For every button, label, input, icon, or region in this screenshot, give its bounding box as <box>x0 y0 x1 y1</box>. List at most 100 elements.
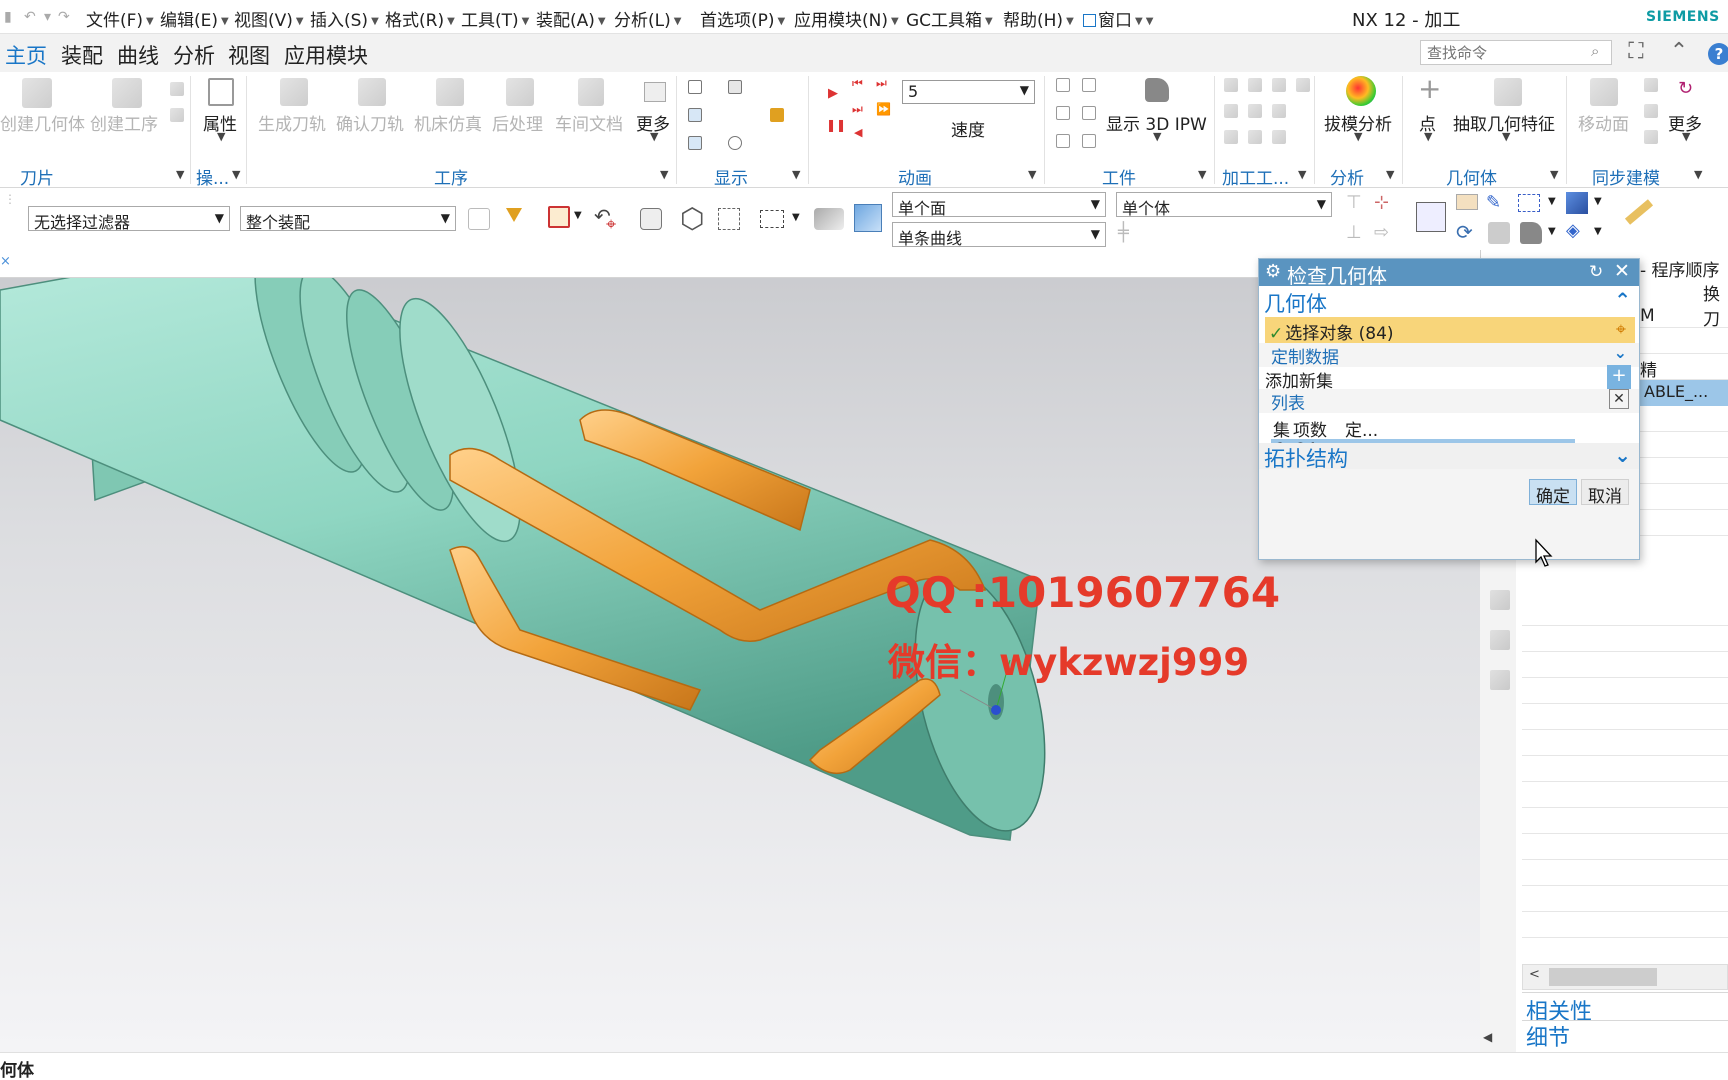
details-panel-header[interactable]: 细节 <box>1526 1020 1570 1052</box>
workpiece-icon[interactable] <box>1082 134 1096 148</box>
group-menu-arrow[interactable]: ▼ <box>1694 168 1702 181</box>
machining-tool-icon[interactable] <box>1272 78 1286 92</box>
chevron-down-icon[interactable]: ⌄ <box>1614 443 1631 467</box>
display-option-icon[interactable] <box>688 136 702 150</box>
workpiece-icon[interactable] <box>1056 78 1070 92</box>
more-dropdown-icon[interactable]: ▼ <box>650 130 658 143</box>
group-menu-arrow[interactable]: ▼ <box>232 168 240 181</box>
snap-tool-icon[interactable]: ⊤ <box>1346 192 1362 213</box>
sync-tool-icon[interactable] <box>1644 78 1658 92</box>
snap-tool-icon[interactable]: ╪ <box>1118 222 1129 243</box>
navigator-row[interactable] <box>1522 730 1728 756</box>
menu-gc-toolbox[interactable]: GC工具箱 ▼ <box>906 6 993 31</box>
dropdown-arrow-icon[interactable]: ▼ <box>792 212 800 223</box>
add-new-set-button[interactable]: + <box>1607 365 1631 389</box>
display-option-icon[interactable] <box>688 80 702 94</box>
geometry-section-header[interactable]: 几何体 ⌃ <box>1259 288 1639 316</box>
close-icon[interactable]: ✕ <box>1614 260 1630 282</box>
group-menu-arrow[interactable]: ▼ <box>1550 168 1558 181</box>
navigator-row[interactable] <box>1522 678 1728 704</box>
assembly-select-icon[interactable] <box>468 208 490 230</box>
tab-analysis[interactable]: 分析 <box>173 40 215 70</box>
menu-insert[interactable]: 插入(S) ▼ <box>310 6 379 31</box>
chevron-down-icon[interactable]: ⌄ <box>1614 343 1627 362</box>
cube-select-icon[interactable] <box>718 208 740 230</box>
step-icon[interactable]: ⏭ <box>852 102 863 117</box>
menu-window[interactable]: 窗口 ▼ ▼ <box>1083 6 1153 31</box>
extract-dropdown-icon[interactable]: ▼ <box>1502 130 1510 143</box>
command-search-input[interactable] <box>1420 40 1612 65</box>
path-icon[interactable] <box>728 108 742 122</box>
machine-sim-button[interactable]: 机床仿真 <box>414 110 482 135</box>
tab-home[interactable]: 主页 <box>5 40 47 70</box>
machining-tool-icon[interactable] <box>1248 130 1262 144</box>
menu-help[interactable]: 帮助(H) ▼ <box>1003 6 1074 31</box>
curve-rule-dropdown[interactable]: 单条曲线 ▼ <box>892 222 1106 248</box>
machining-tool-icon[interactable] <box>1248 104 1262 118</box>
navigator-row[interactable] <box>1522 834 1728 860</box>
navigator-tool-icon[interactable] <box>1490 670 1510 690</box>
menu-view[interactable]: 视图(V) ▼ <box>234 6 304 31</box>
collapse-ribbon-icon[interactable]: ⌃ <box>1665 39 1693 67</box>
move-face-button[interactable]: 移动面 <box>1578 110 1629 135</box>
snap-tool-icon[interactable]: ⊥ <box>1346 222 1362 243</box>
undo-icon[interactable]: ↶ <box>24 9 36 25</box>
menu-application[interactable]: 应用模块(N) ▼ <box>794 6 899 31</box>
tab-curve[interactable]: 曲线 <box>117 40 159 70</box>
navigator-row[interactable] <box>1522 886 1728 912</box>
verify-toolpath-button[interactable]: 确认刀轨 <box>336 110 404 135</box>
group-menu-arrow[interactable]: ▼ <box>176 168 184 181</box>
dropdown-arrow-icon[interactable]: ▼ <box>1594 196 1602 207</box>
machining-tool-icon[interactable] <box>1272 104 1286 118</box>
dropdown-arrow-icon[interactable]: ▼ <box>574 210 582 221</box>
redo-icon[interactable]: ↷ <box>58 9 70 25</box>
fullscreen-icon[interactable]: ⛶ <box>1622 39 1650 67</box>
section-icon[interactable] <box>1488 222 1510 244</box>
postprocess-button[interactable]: 后处理 <box>492 110 543 135</box>
workpiece-icon[interactable] <box>1056 134 1070 148</box>
workpiece-icon[interactable] <box>1082 106 1096 120</box>
orient-icon[interactable]: ◈ <box>1566 220 1580 241</box>
generate-toolpath-button[interactable]: 生成刀轨 <box>258 110 326 135</box>
menu-edit[interactable]: 编辑(E) ▼ <box>160 6 229 31</box>
navigator-selected-row[interactable]: ABLE_... <box>1640 380 1728 406</box>
navigator-row[interactable] <box>1522 652 1728 678</box>
shop-doc-button[interactable]: 车间文档 <box>555 110 623 135</box>
properties-dropdown-icon[interactable]: ▼ <box>217 130 225 143</box>
menu-file[interactable]: 文件(F) ▼ <box>86 6 154 31</box>
play-icon[interactable]: ▶ <box>828 86 838 101</box>
draft-dropdown-icon[interactable]: ▼ <box>1354 130 1362 143</box>
menu-tools[interactable]: 工具(T) ▼ <box>461 6 529 31</box>
navigator-tool-icon[interactable] <box>1490 630 1510 650</box>
menu-assembly[interactable]: 装配(A) ▼ <box>536 6 606 31</box>
workpiece-icon[interactable] <box>1082 78 1096 92</box>
menu-analysis[interactable]: 分析(L) ▼ <box>614 6 681 31</box>
rotate-icon[interactable]: ⟳ <box>1456 220 1473 244</box>
machining-tool-icon[interactable] <box>1224 78 1238 92</box>
scroll-thumb[interactable] <box>1549 968 1657 986</box>
crosshair-icon[interactable]: ⌖ <box>1607 317 1635 343</box>
machining-tool-icon[interactable] <box>1296 78 1310 92</box>
topology-section-header[interactable]: 拓扑结构 ⌄ <box>1259 443 1639 471</box>
group-menu-arrow[interactable]: ▼ <box>1386 168 1394 181</box>
body-rule-dropdown[interactable]: 单个体 ▼ <box>1116 192 1332 218</box>
speed-dropdown[interactable]: 5 ▼ <box>902 80 1035 104</box>
circle-icon[interactable] <box>728 136 742 150</box>
body-select-icon[interactable] <box>854 204 882 232</box>
machining-tool-icon[interactable] <box>1272 130 1286 144</box>
undo-dropdown-icon[interactable]: ▾ <box>44 9 51 25</box>
tab-assembly[interactable]: 装配 <box>61 40 103 70</box>
group-menu-arrow[interactable]: ▼ <box>1028 168 1036 181</box>
dropdown-arrow-icon[interactable]: ▼ <box>1548 196 1556 207</box>
group-menu-arrow[interactable]: ▼ <box>1198 168 1206 181</box>
help-icon[interactable]: ? <box>1708 43 1728 65</box>
cancel-button[interactable]: 取消 <box>1581 479 1629 507</box>
group-menu-arrow[interactable]: ▼ <box>792 168 800 181</box>
dropdown-arrow-icon[interactable]: ▼ <box>1548 226 1556 237</box>
display-option-icon[interactable] <box>728 80 742 94</box>
measure-ruler-icon[interactable] <box>1624 199 1654 225</box>
tab-application[interactable]: 应用模块 <box>284 40 368 70</box>
tab-view[interactable]: 视图 <box>228 40 270 70</box>
end-icon[interactable]: ⏭ <box>876 76 887 91</box>
type-filter-dropdown[interactable]: 无选择过滤器 ▼ <box>28 206 230 232</box>
